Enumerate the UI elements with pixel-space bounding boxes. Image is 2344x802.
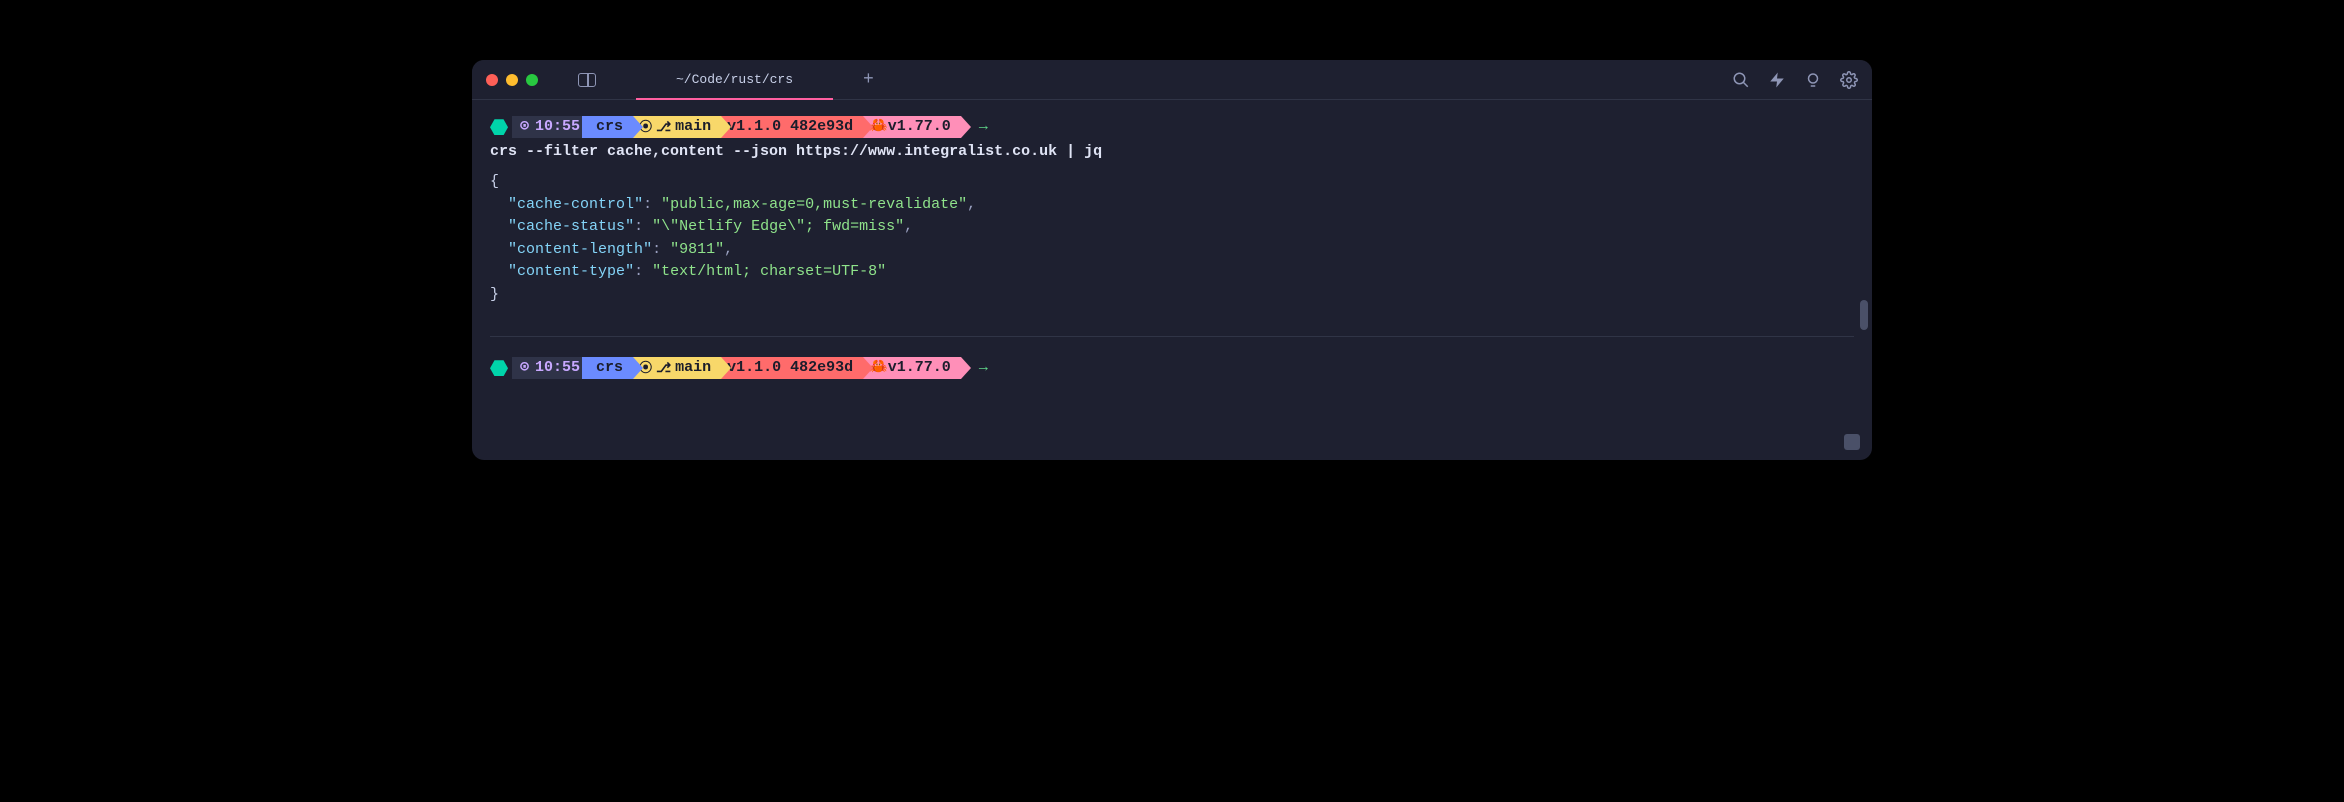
settings-icon[interactable] <box>1840 71 1858 89</box>
prompt-rust-version: v1.77.0 <box>888 116 951 139</box>
prompt-branch: main <box>675 116 711 139</box>
json-key: "cache-control" <box>508 196 643 213</box>
prompt-rust-version: v1.77.0 <box>888 357 951 380</box>
branch-icon: ⎇ <box>656 359 671 379</box>
maximize-button[interactable] <box>526 74 538 86</box>
scrollbar-thumb[interactable] <box>1860 300 1868 330</box>
json-value: "\"Netlify Edge\"; fwd=miss" <box>652 218 904 235</box>
prompt-branch: main <box>675 357 711 380</box>
json-value: "9811" <box>670 241 724 258</box>
new-tab-button[interactable]: + <box>863 70 874 90</box>
prompt-time: 10:55 <box>535 357 580 380</box>
split-pane-icon[interactable] <box>578 73 596 87</box>
bolt-icon[interactable] <box>1768 71 1786 89</box>
prompt-version-segment: v1.1.0 482e93d <box>713 357 863 379</box>
prompt-dir-segment: crs <box>582 116 633 138</box>
json-row: "cache-control": "public,max-age=0,must-… <box>490 194 1854 217</box>
json-row: "content-length": "9811", <box>490 239 1854 262</box>
prompt-line: ⊙10:55 crs ⦿⎇ main v1.1.0 482e93d 🦀 v1.7… <box>490 357 1854 380</box>
prompt-version-segment: v1.1.0 482e93d <box>713 116 863 138</box>
json-value: "text/html; charset=UTF-8" <box>652 263 886 280</box>
titlebar: ~/Code/rust/crs + <box>472 60 1872 100</box>
branch-icon: ⎇ <box>656 118 671 138</box>
json-key: "content-type" <box>508 263 634 280</box>
prompt-time: 10:55 <box>535 116 580 139</box>
prompt-time-segment: ⊙ 10:55 <box>512 116 590 138</box>
second-block: ⊙10:55 crs ⦿⎇ main v1.1.0 482e93d 🦀 v1.7… <box>490 336 1854 380</box>
clock-icon: ⊙ <box>520 116 529 139</box>
traffic-lights <box>486 74 538 86</box>
json-key: "cache-status" <box>508 218 634 235</box>
clock-icon: ⊙ <box>520 357 529 380</box>
close-button[interactable] <box>486 74 498 86</box>
json-close-brace: } <box>490 284 1854 307</box>
minimize-button[interactable] <box>506 74 518 86</box>
json-row: "cache-status": "\"Netlify Edge\"; fwd=m… <box>490 216 1854 239</box>
command-line: crs --filter cache,content --json https:… <box>490 141 1854 164</box>
json-row: "content-type": "text/html; charset=UTF-… <box>490 261 1854 284</box>
json-output: { "cache-control": "public,max-age=0,mus… <box>490 171 1854 306</box>
prompt-line: ⊙10:55 crs ⦿⎇ main v1.1.0 482e93d 🦀 v1.7… <box>490 116 1854 139</box>
corner-badge-icon <box>1844 434 1860 450</box>
json-key: "content-length" <box>508 241 652 258</box>
terminal-body[interactable]: ⊙10:55 crs ⦿⎇ main v1.1.0 482e93d 🦀 v1.7… <box>472 100 1872 460</box>
terminal-window: ~/Code/rust/crs + ⊙10:55 crs ⦿⎇ main v1.… <box>472 60 1872 460</box>
json-value: "public,max-age=0,must-revalidate" <box>661 196 967 213</box>
prompt-arrow: → <box>979 357 988 380</box>
bulb-icon[interactable] <box>1804 71 1822 89</box>
prompt-arrow: → <box>979 116 988 139</box>
prompt-hex-icon <box>490 360 508 376</box>
search-icon[interactable] <box>1732 71 1750 89</box>
prompt-dir-segment: crs <box>582 357 633 379</box>
tab-active[interactable]: ~/Code/rust/crs <box>636 60 833 99</box>
titlebar-actions <box>1732 71 1858 89</box>
prompt-time-segment: ⊙ 10:55 <box>512 357 590 379</box>
prompt-hex-icon <box>490 119 508 135</box>
json-open-brace: { <box>490 171 1854 194</box>
